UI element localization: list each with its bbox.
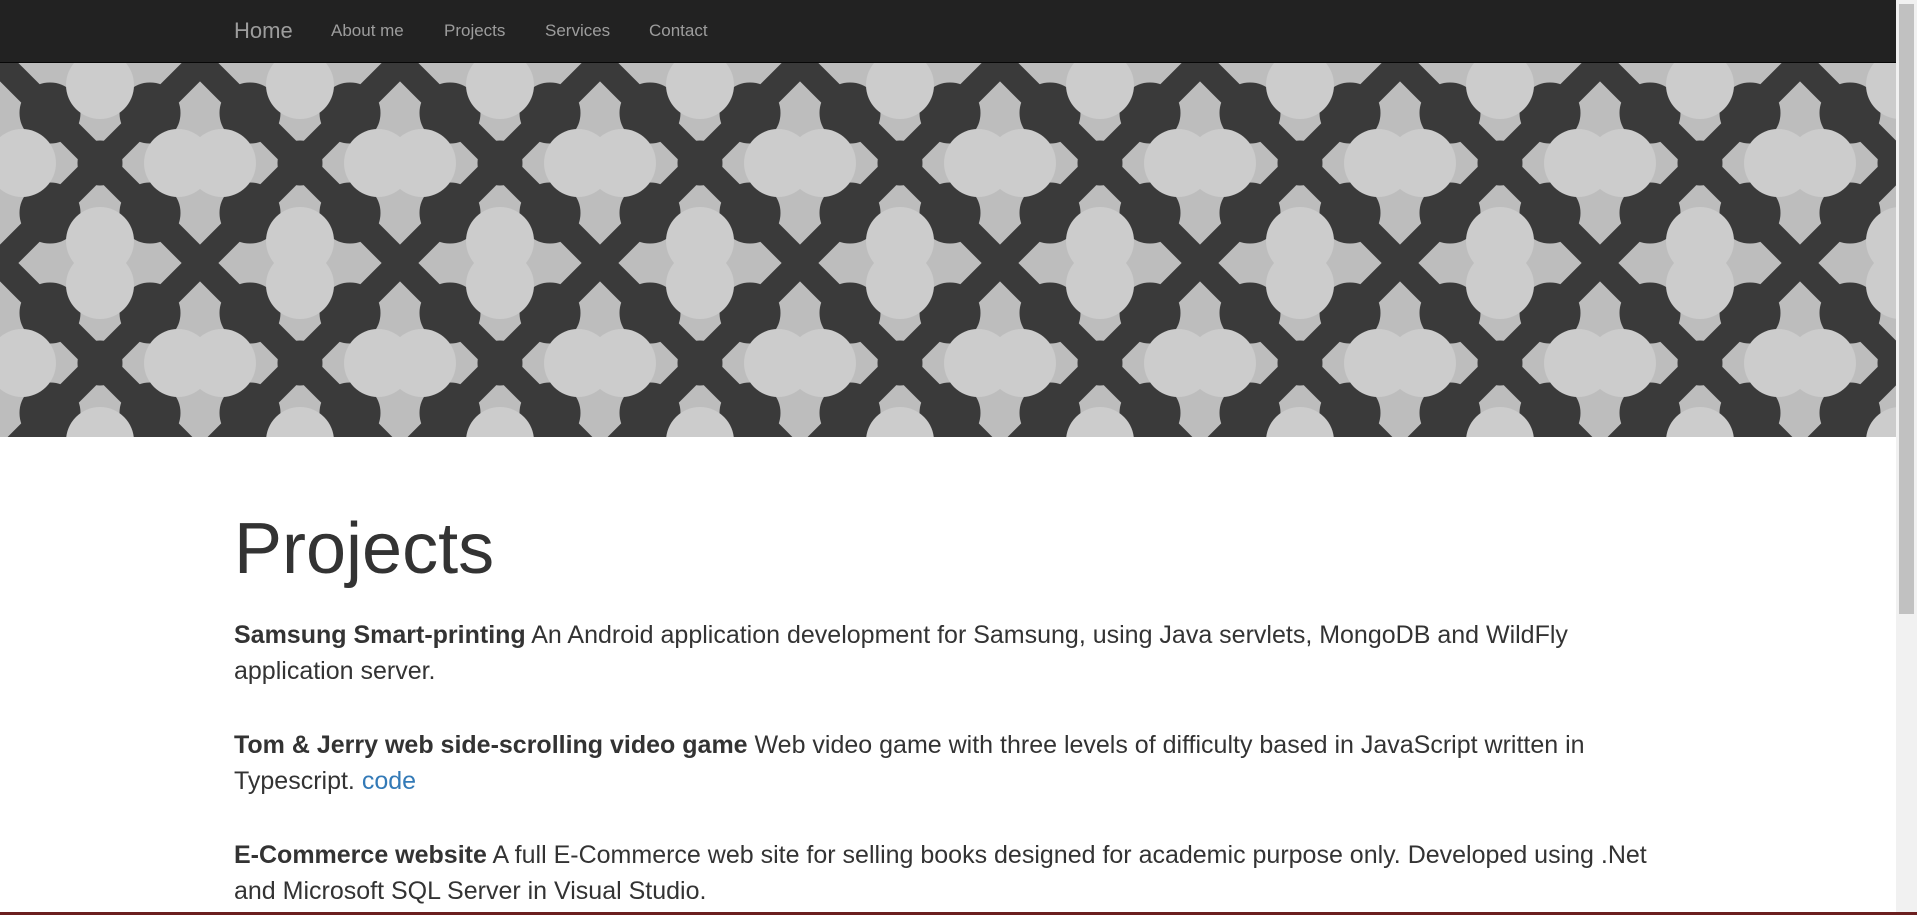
project-title: E-Commerce website (234, 841, 487, 869)
nav-about-link[interactable]: About me (331, 21, 404, 41)
top-navbar: Home About me Projects Services Contact (0, 0, 1896, 63)
scrollbar-thumb[interactable] (1899, 4, 1914, 614)
project-item: Samsung Smart-printing An Android applic… (234, 617, 1664, 689)
project-item: Tom & Jerry web side-scrolling video gam… (234, 727, 1664, 799)
nav-projects-link[interactable]: Projects (444, 21, 505, 41)
page: Home About me Projects Services Contact (0, 0, 1917, 915)
nav-contact-link[interactable]: Contact (649, 21, 708, 41)
vertical-scrollbar[interactable] (1896, 0, 1917, 915)
hero-banner (0, 63, 1896, 437)
page-title: Projects (234, 509, 495, 589)
project-title: Samsung Smart-printing (234, 621, 526, 649)
nav-home-link[interactable]: Home (234, 18, 293, 44)
project-code-link[interactable]: code (362, 767, 416, 795)
hero-pattern (0, 63, 1896, 437)
nav-services-link[interactable]: Services (545, 21, 610, 41)
project-title: Tom & Jerry web side-scrolling video gam… (234, 731, 748, 759)
project-item: E-Commerce website A full E-Commerce web… (234, 837, 1664, 909)
